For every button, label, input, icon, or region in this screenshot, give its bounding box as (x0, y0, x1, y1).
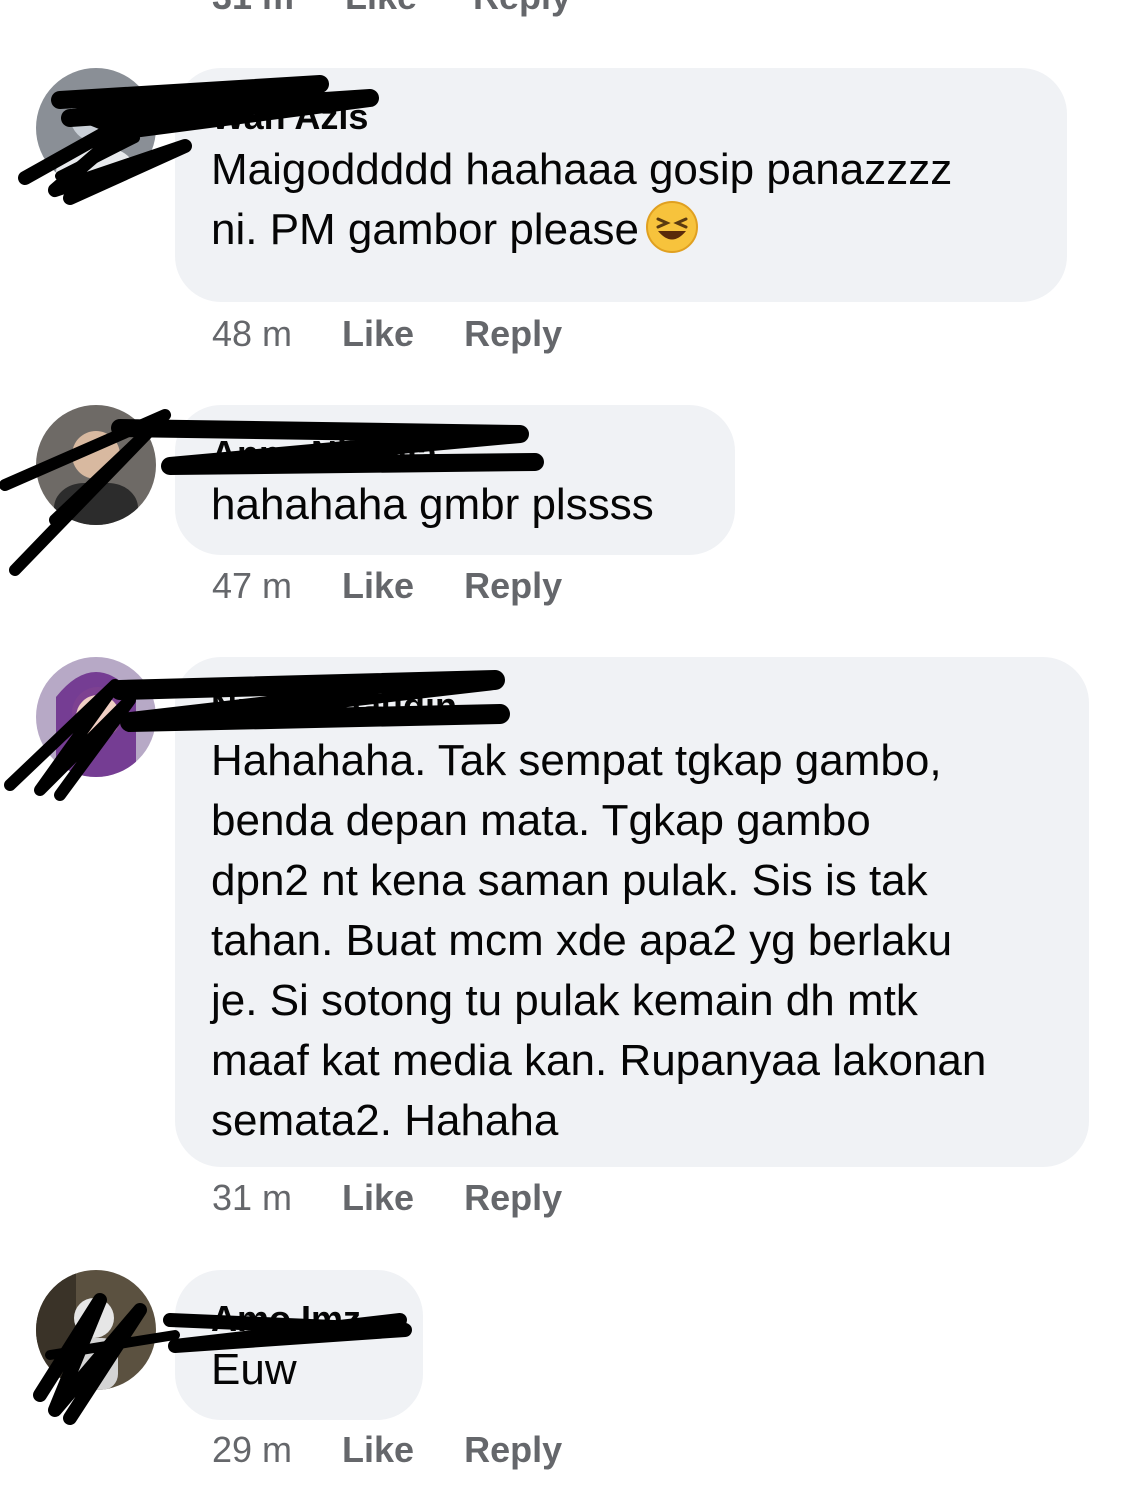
reply-button[interactable]: Reply (473, 0, 571, 18)
laughing-squint-emoji-icon (646, 201, 698, 253)
like-button[interactable]: Like (342, 1176, 414, 1220)
comment-bubble: Amo Imz Euw (175, 1270, 423, 1420)
comment-text: hahahaha gmbr plssss (211, 480, 654, 529)
comment-text: Hahahaha. Tak sempat tgkap gambo, benda … (211, 736, 987, 1145)
comment-bubble: Nurul Shaudin Hahahaha. Tak sempat tgkap… (175, 657, 1089, 1167)
like-button[interactable]: Like (342, 312, 414, 356)
comment-bubble: Anne Nia Mia hahahaha gmbr plssss (175, 405, 735, 555)
comment-actions: 48 m Like Reply (212, 312, 562, 356)
comment-actions: 31 m Like Reply (212, 1176, 562, 1220)
avatar[interactable] (36, 1270, 156, 1390)
comment-time: 29 m (212, 1429, 293, 1470)
comment-actions: 47 m Like Reply (212, 564, 562, 608)
avatar[interactable] (36, 657, 156, 777)
comment-time: 47 m (212, 565, 293, 606)
comment-text: Maigoddddd haahaaa gosip panazzzz ni. PM… (211, 145, 953, 254)
reply-button[interactable]: Reply (464, 312, 562, 356)
comment-bubble: Wan Azis Maigoddddd haahaaa gosip panazz… (175, 68, 1067, 302)
like-button[interactable]: Like (342, 1428, 414, 1472)
comment-author[interactable]: Wan Azis (211, 94, 1031, 140)
avatar[interactable] (36, 68, 156, 188)
like-button[interactable]: Like (342, 564, 414, 608)
reply-button[interactable]: Reply (464, 1176, 562, 1220)
comment-time: 31 m (212, 1177, 293, 1218)
previous-comment-actions: 31 m Like Reply (0, 0, 1125, 18)
reply-button[interactable]: Reply (464, 1428, 562, 1472)
reply-button[interactable]: Reply (464, 564, 562, 608)
comment-actions: 29 m Like Reply (212, 1428, 562, 1472)
comment-text: Euw (211, 1345, 297, 1394)
comment-time: 48 m (212, 313, 293, 354)
avatar[interactable] (36, 405, 156, 525)
comment-author[interactable]: Amo Imz (211, 1296, 387, 1342)
like-button[interactable]: Like (345, 0, 417, 18)
comment-author[interactable]: Anne Nia Mia (211, 431, 699, 477)
comment-time: 31 m (212, 0, 294, 18)
comment-author[interactable]: Nurul Shaudin (211, 683, 1053, 729)
